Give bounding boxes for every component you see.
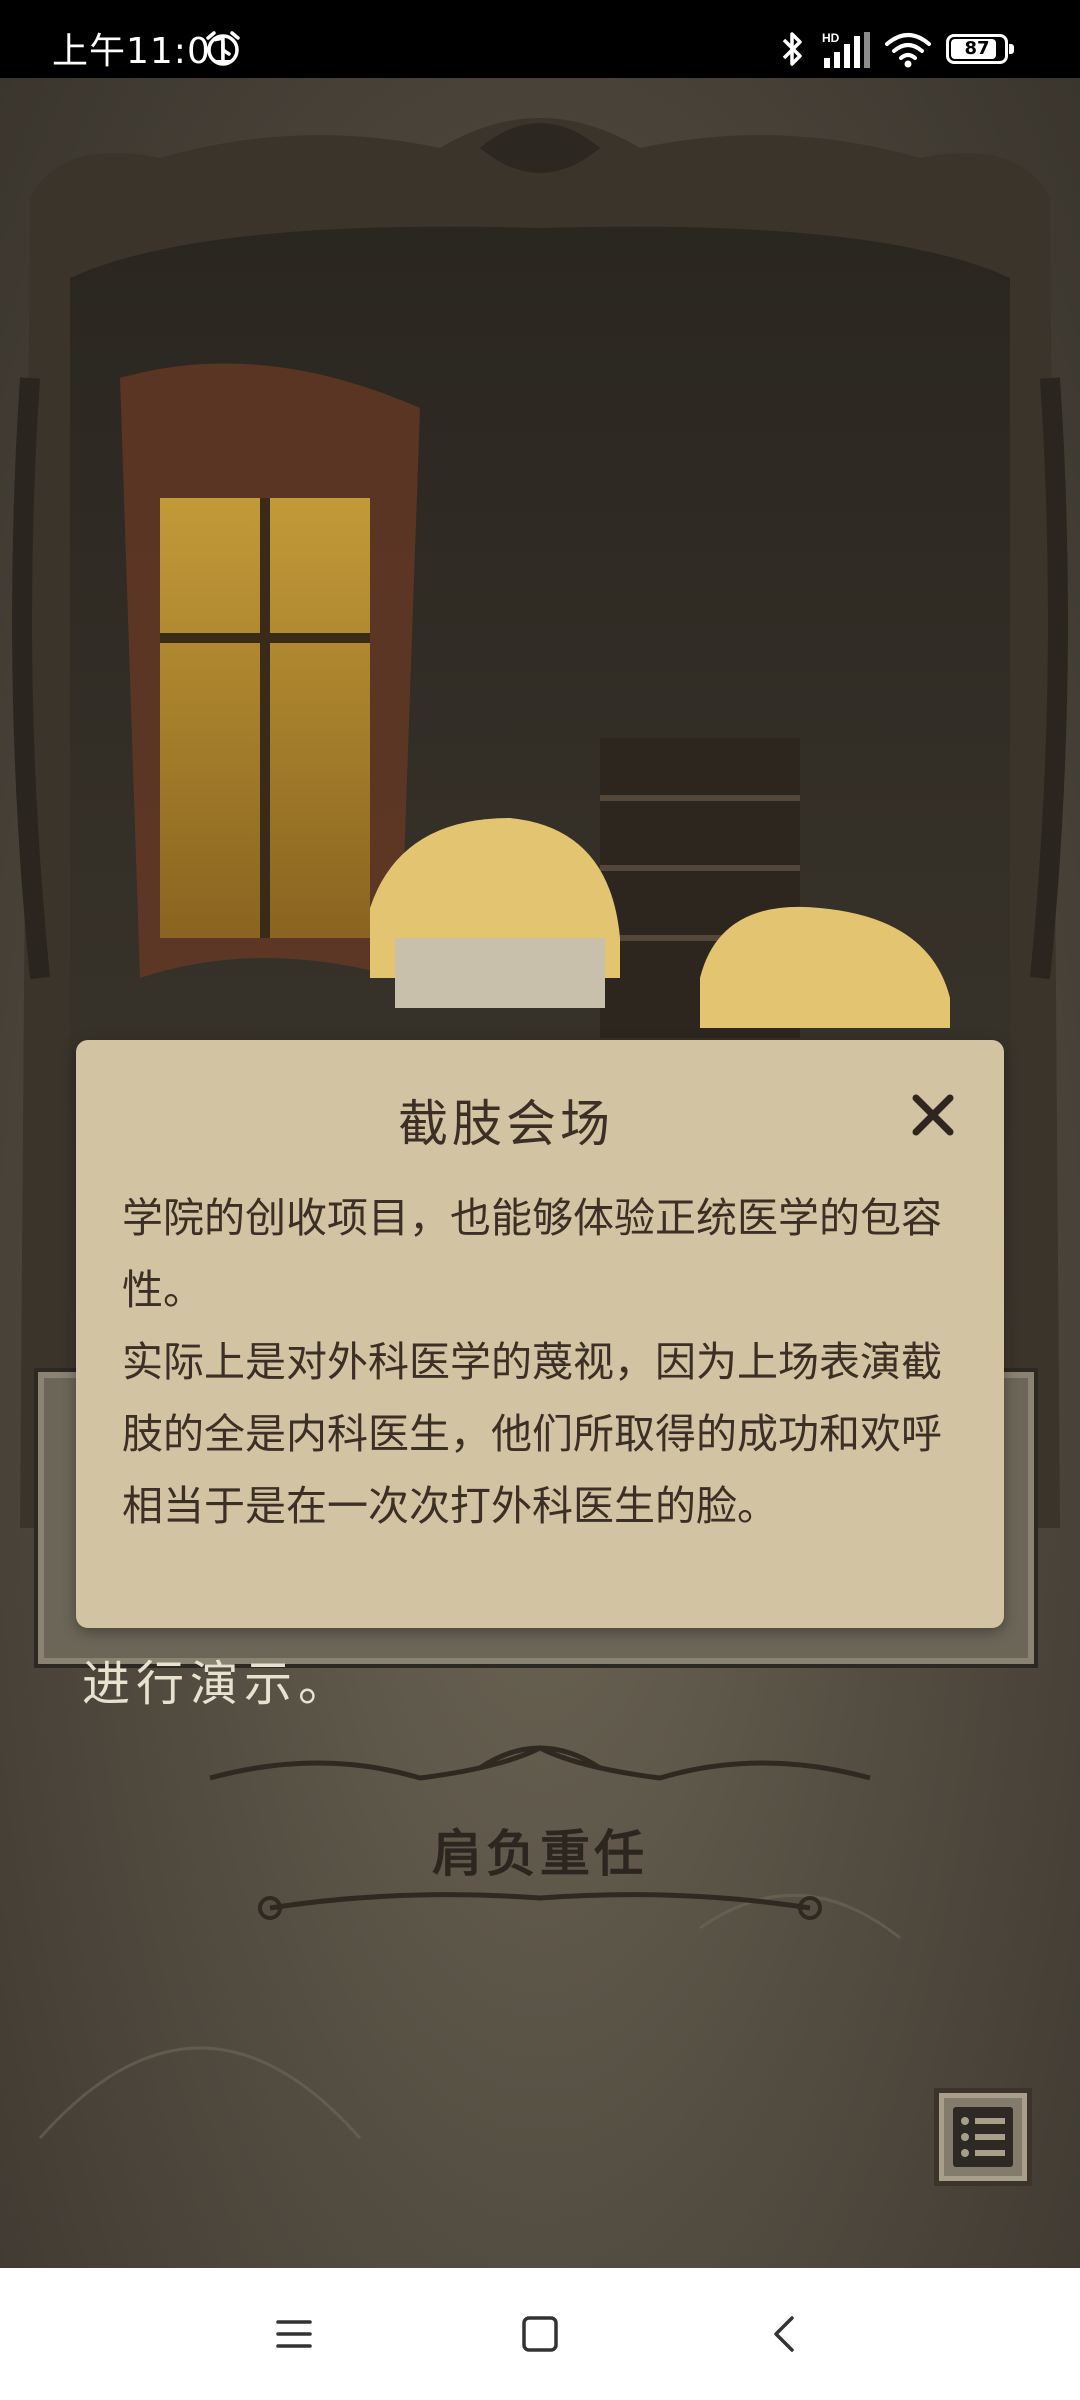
bluetooth-icon (782, 32, 802, 66)
battery-icon: 87 (946, 34, 1014, 64)
hd-signal-icon: HD (822, 31, 870, 68)
battery-percent: 87 (964, 38, 990, 59)
close-icon[interactable] (906, 1088, 960, 1142)
alarm-icon (206, 31, 240, 66)
game-scene: 进行演示。 肩负重任 截肢会场 学院的创收项目，也能够体验正统医学的包容性。 实… (0, 78, 1080, 2268)
dialog-paragraph: 实际上是对外科医学的蔑视，因为上场表演截肢的全是内科医生，他们所取得的成功和欢呼… (122, 1338, 942, 1530)
home-icon[interactable] (514, 2308, 566, 2360)
dialog-title: 截肢会场 (398, 1095, 614, 1153)
wifi-icon (885, 33, 931, 68)
section-title[interactable]: 肩负重任 (0, 1814, 1080, 1886)
dialog-paragraph: 学院的创收项目，也能够体验正统医学的包容性。 (122, 1194, 942, 1314)
status-bar: 上午11:01 HD 87 (0, 0, 1080, 78)
back-icon[interactable] (760, 2308, 812, 2360)
svg-text:HD: HD (822, 31, 840, 45)
list-menu-button[interactable] (934, 2088, 1032, 2186)
list-icon (953, 2107, 1013, 2167)
dialog-body: 学院的创收项目，也能够体验正统医学的包容性。 实际上是对外科医学的蔑视，因为上场… (122, 1182, 964, 1542)
navigation-bar (0, 2268, 1080, 2400)
menu-icon[interactable] (268, 2308, 320, 2360)
info-dialog: 截肢会场 学院的创收项目，也能够体验正统医学的包容性。 实际上是对外科医学的蔑视… (76, 1040, 1004, 1628)
story-text: 进行演示。 (82, 1656, 353, 1712)
